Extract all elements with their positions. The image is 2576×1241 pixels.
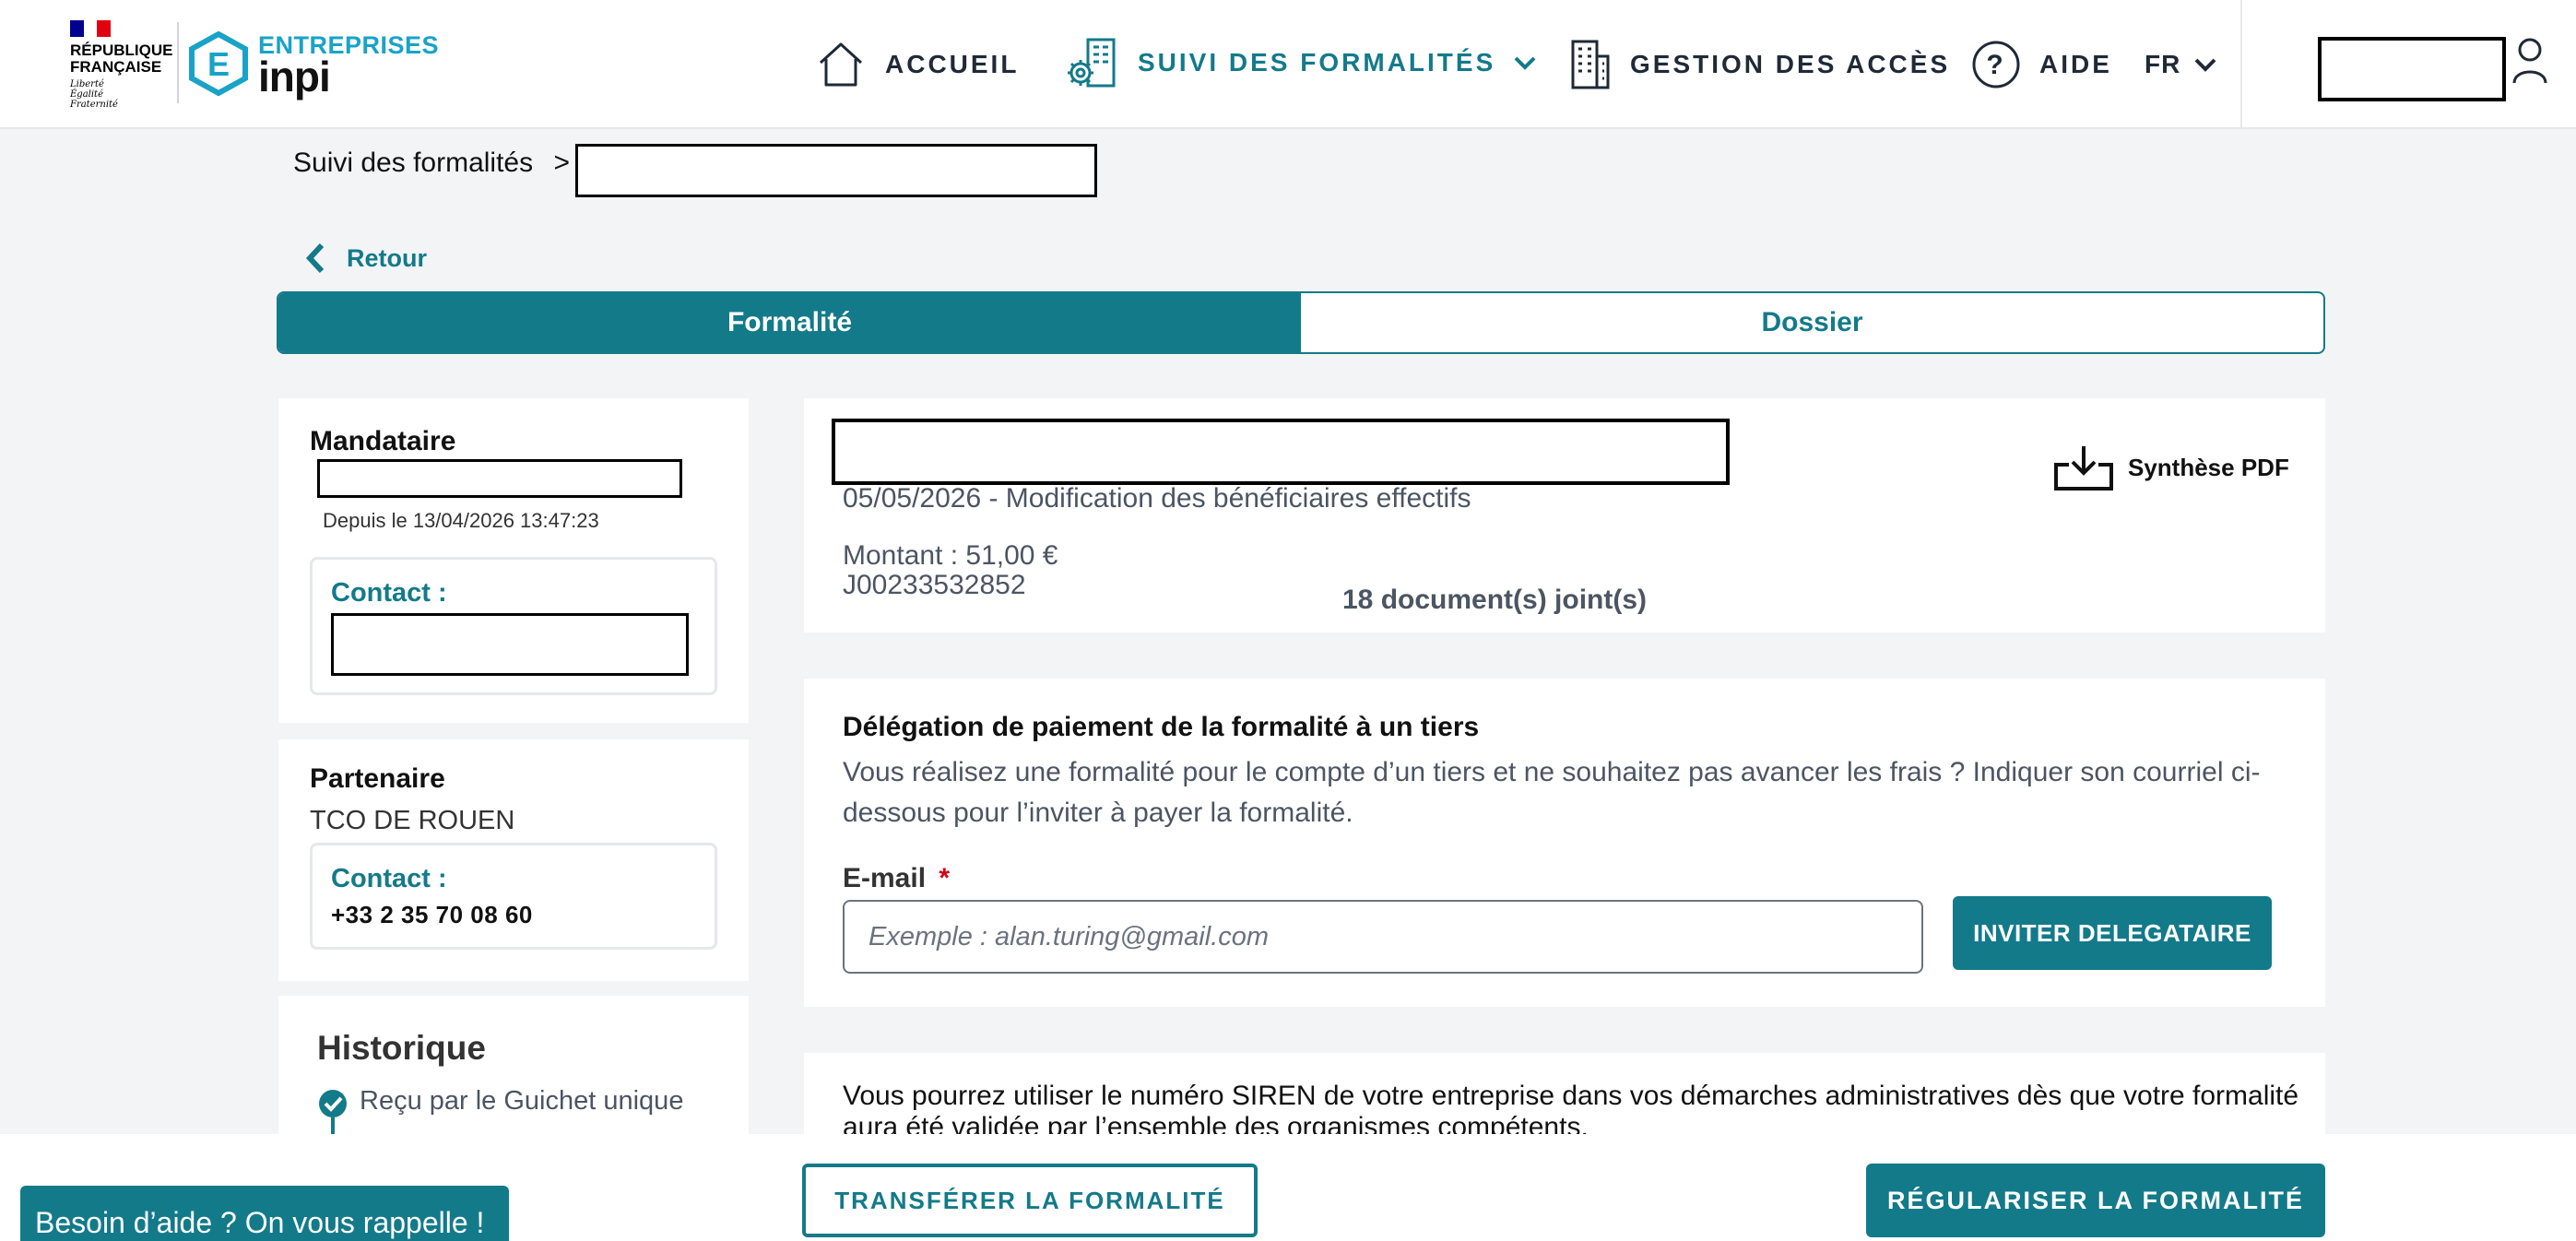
rf-motto-2: Égalité: [70, 89, 103, 100]
delegation-title: Délégation de paiement de la formalité à…: [843, 712, 1480, 742]
breadcrumb: Suivi des formalités >: [293, 148, 570, 179]
email-input[interactable]: Exemple : alan.turing@gmail.com: [843, 900, 1923, 974]
formality-amount: Montant : 51,00 €: [843, 540, 1058, 571]
nav-help-label: AIDE: [2039, 50, 2112, 78]
building-document-icon: [1571, 40, 1610, 89]
chevron-down-icon: [1514, 56, 1536, 70]
language-selector[interactable]: FR: [2145, 28, 2236, 101]
partenaire-contact-box: Contact : +33 2 35 70 08 60: [310, 843, 717, 950]
back-link[interactable]: Retour: [304, 242, 427, 275]
nav-help[interactable]: ? AIDE: [1971, 28, 2112, 101]
pdf-summary-button[interactable]: Synthèse PDF: [2052, 443, 2289, 492]
email-label-row: E-mail *: [843, 863, 950, 894]
chevron-down-icon: [2194, 58, 2216, 72]
breadcrumb-separator: >: [553, 148, 570, 178]
download-icon: [2054, 446, 2113, 490]
delegation-card: Délégation de paiement de la formalité à…: [804, 679, 2325, 1007]
partenaire-card: Partenaire TCO DE ROUEN Contact : +33 2 …: [278, 739, 749, 981]
user-icon[interactable]: [2511, 35, 2548, 87]
hexagon-e-logo-icon: E: [189, 31, 248, 96]
republique-francaise-logo[interactable]: RÉPUBLIQUE FRANÇAISE Liberté Égalité Fra…: [70, 20, 173, 112]
partenaire-name: TCO DE ROUEN: [310, 806, 515, 835]
nav-access[interactable]: GESTION DES ACCÈS: [1569, 28, 1950, 101]
svg-text:?: ?: [1986, 50, 2005, 80]
historique-card: Historique Reçu par le Guichet unique: [278, 996, 749, 1143]
nav-tracking-label: SUIVI DES FORMALITÉS: [1138, 48, 1496, 77]
back-label: Retour: [347, 243, 427, 272]
documents-count[interactable]: 18 document(s) joint(s): [1342, 585, 1647, 616]
language-label: FR: [2145, 50, 2181, 78]
mandataire-title: Mandataire: [310, 426, 456, 456]
mandataire-contact-label: Contact :: [331, 578, 447, 608]
regularise-formality-button[interactable]: RÉGULARISER LA FORMALITÉ: [1866, 1164, 2325, 1237]
formality-date-type: 05/05/2026 - Modification des bénéficiai…: [843, 483, 1471, 514]
gear-building-icon: [1068, 38, 1116, 88]
tab-formalite[interactable]: Formalité: [278, 293, 1301, 352]
question-circle-icon: ?: [1972, 41, 2020, 89]
formality-reference: J00233532852: [843, 570, 1026, 600]
mandataire-contact-redacted: [331, 613, 689, 676]
partenaire-phone[interactable]: +33 2 35 70 08 60: [331, 901, 533, 929]
transfer-formality-button[interactable]: TRANSFÉRER LA FORMALITÉ: [802, 1164, 1258, 1237]
rf-logo-line-1: RÉPUBLIQUE: [70, 41, 173, 59]
invite-delegate-button[interactable]: INVITER DELEGATAIRE: [1953, 896, 2272, 970]
delegation-description: Vous réalisez une formalité pour le comp…: [843, 757, 2261, 828]
top-header: RÉPUBLIQUE FRANÇAISE Liberté Égalité Fra…: [0, 0, 2576, 129]
nav-tracking[interactable]: SUIVI DES FORMALITÉS: [1060, 26, 1538, 100]
nav-home[interactable]: ACCUEIL: [815, 28, 1019, 101]
mandataire-card: Mandataire Depuis le 13/04/2026 13:47:23…: [278, 398, 749, 723]
rf-logo-line-2: FRANÇAISE: [70, 58, 162, 76]
brand-bottom: inpi: [258, 53, 331, 100]
mandataire-name-redacted: [317, 459, 682, 498]
breadcrumb-root[interactable]: Suivi des formalités: [293, 148, 533, 178]
breadcrumb-current-redacted: [575, 144, 1097, 197]
formality-tabs: Formalité Dossier: [277, 291, 2325, 354]
chevron-left-icon: [305, 242, 325, 274]
entreprises-inpi-logo[interactable]: E ENTREPRISES inpi: [188, 28, 439, 101]
nav-home-label: ACCUEIL: [885, 50, 1020, 78]
historique-title: Historique: [317, 1029, 486, 1067]
rf-motto-1: Liberté: [70, 79, 104, 89]
hexagon-letter: E: [207, 45, 230, 83]
logo-divider: [177, 22, 179, 103]
header-divider: [2240, 0, 2242, 127]
user-name-redacted[interactable]: [2318, 37, 2506, 101]
mandataire-contact-box: Contact :: [310, 557, 717, 695]
pdf-summary-label: Synthèse PDF: [2128, 453, 2289, 481]
formality-summary-card: 05/05/2026 - Modification des bénéficiai…: [804, 398, 2325, 632]
callback-help-button[interactable]: Besoin d’aide ? On vous rappelle !: [20, 1186, 509, 1241]
partenaire-title: Partenaire: [310, 763, 445, 794]
email-label: E-mail: [843, 863, 927, 893]
nav-access-label: GESTION DES ACCÈS: [1630, 50, 1951, 78]
mandataire-since: Depuis le 13/04/2026 13:47:23: [323, 509, 599, 532]
home-icon: [819, 42, 863, 87]
required-mark: *: [939, 863, 951, 893]
partenaire-contact-label: Contact :: [331, 864, 447, 893]
historique-item-1: Reçu par le Guichet unique: [360, 1086, 684, 1116]
tab-dossier[interactable]: Dossier: [1301, 293, 2323, 352]
french-flag-icon: [70, 20, 112, 37]
rf-motto-3: Fraternité: [70, 100, 118, 110]
formality-title-redacted: [832, 419, 1730, 485]
